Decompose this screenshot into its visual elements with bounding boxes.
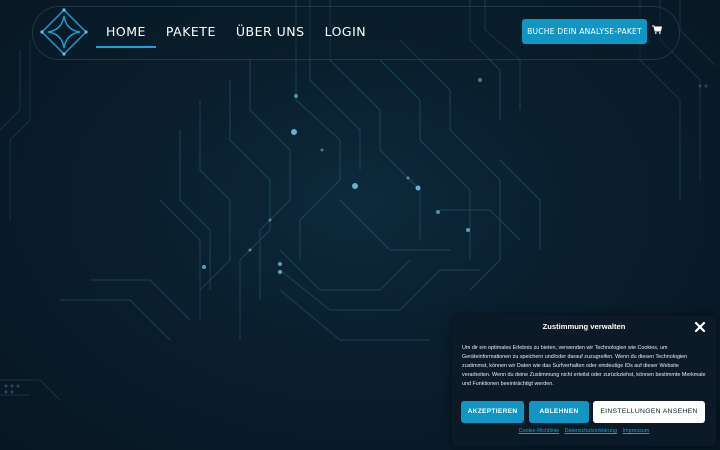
- cookie-policy-link[interactable]: Cookie-Richtlinie: [519, 428, 559, 434]
- close-icon[interactable]: [694, 321, 706, 333]
- nav-item-ueber-uns[interactable]: ÜBER UNS: [226, 20, 315, 45]
- deny-button[interactable]: ABLEHNEN: [529, 401, 589, 423]
- book-analysis-button[interactable]: BUCHE DEIN ANALYSE-PAKET: [522, 19, 647, 44]
- main-navigation: HOME PAKETE ÜBER UNS LOGIN: [96, 20, 377, 48]
- privacy-policy-link[interactable]: Datenschutzerklärung: [565, 428, 617, 434]
- accept-button[interactable]: AKZEPTIEREN: [461, 401, 524, 423]
- cookie-consent-dialog: Zustimmung verwalten Um dir ein optimale…: [452, 316, 716, 446]
- nav-item-pakete[interactable]: PAKETE: [156, 20, 226, 45]
- logo-diamond-icon[interactable]: [40, 8, 88, 56]
- cart-icon[interactable]: [652, 25, 662, 35]
- nav-item-home[interactable]: HOME: [96, 20, 156, 48]
- cookie-dialog-title: Zustimmung verwalten: [542, 322, 626, 331]
- imprint-link[interactable]: Impressum: [623, 428, 650, 434]
- cookie-description: Um dir ein optimales Erlebnis zu bieten,…: [462, 345, 706, 387]
- view-settings-button[interactable]: EINSTELLUNGEN ANSEHEN: [593, 401, 705, 423]
- cookie-links: Cookie-Richtlinie Datenschutzerklärung I…: [452, 428, 716, 434]
- nav-item-login[interactable]: LOGIN: [315, 20, 377, 45]
